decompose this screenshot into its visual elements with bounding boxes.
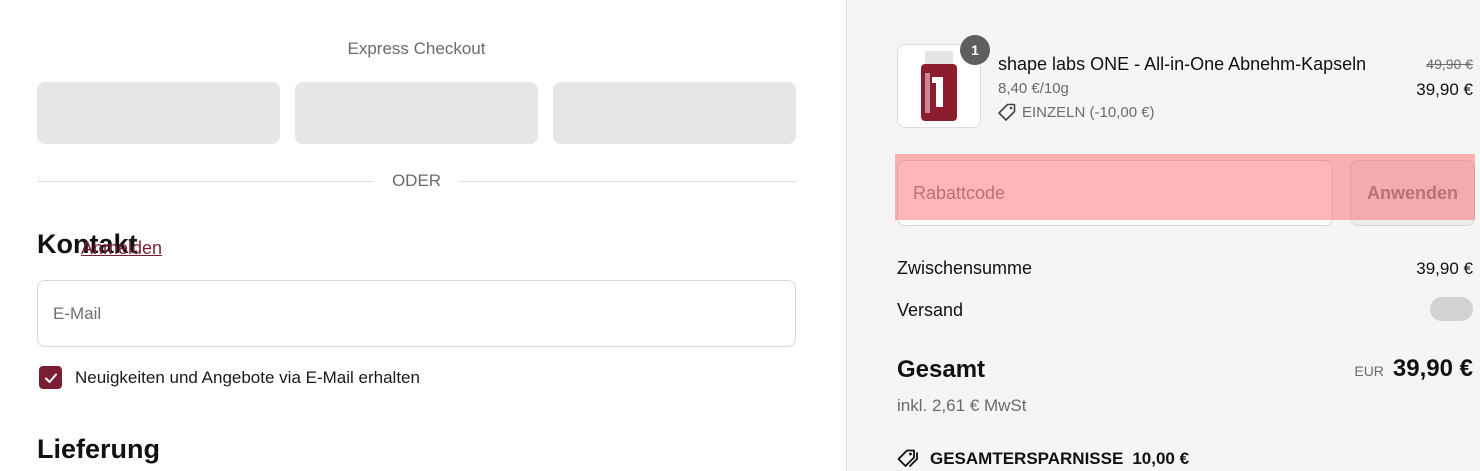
email-input[interactable] bbox=[38, 281, 795, 346]
login-link[interactable]: Anmelden bbox=[81, 238, 162, 259]
order-summary: 1 shape labs ONE - All-in-One Abnehm-Kap… bbox=[846, 0, 1480, 471]
checkmark-icon bbox=[44, 373, 57, 383]
price-current: 39,90 € bbox=[1416, 80, 1473, 99]
newsletter-checkbox[interactable] bbox=[39, 366, 62, 389]
capsule-bottle-icon bbox=[921, 51, 957, 121]
newsletter-option[interactable]: Neuigkeiten und Angebote via E-Mail erha… bbox=[39, 366, 420, 389]
product-name: shape labs ONE - All-in-One Abnehm-Kapse… bbox=[998, 54, 1367, 74]
tags-icon bbox=[897, 449, 918, 467]
product-discount: EINZELN (-10,00 €) bbox=[998, 103, 1155, 121]
tax-note: inkl. 2,61 € MwSt bbox=[897, 396, 1027, 415]
express-pay-button-3[interactable] bbox=[553, 82, 796, 144]
divider-line-right bbox=[459, 180, 796, 182]
savings-label: GESAMTERSPARNISSE bbox=[930, 449, 1124, 468]
divider-text: ODER bbox=[391, 171, 442, 190]
total-savings: GESAMTERSPARNISSE 10,00 € bbox=[897, 449, 1189, 469]
or-divider: ODER bbox=[37, 170, 796, 192]
price-original: 49,90 € bbox=[1426, 56, 1473, 72]
express-checkout-title: Express Checkout bbox=[347, 39, 486, 58]
tag-icon bbox=[998, 103, 1016, 121]
express-pay-button-1[interactable] bbox=[37, 82, 280, 144]
checkout-form: Express Checkout ODER Kontakt Anmelden N… bbox=[0, 0, 846, 471]
subtotal-label: Zwischensumme bbox=[897, 258, 1033, 278]
product-discount-label: EINZELN (-10,00 €) bbox=[1022, 103, 1155, 121]
discount-code-field[interactable] bbox=[897, 160, 1333, 226]
divider-line-left bbox=[37, 180, 374, 182]
shipping-placeholder bbox=[1430, 297, 1473, 321]
shipping-label: Versand bbox=[897, 300, 964, 320]
discount-code-input[interactable] bbox=[898, 161, 1332, 225]
savings-value: 10,00 € bbox=[1132, 449, 1190, 468]
express-pay-button-2[interactable] bbox=[295, 82, 538, 144]
total-amount: 39,90 € bbox=[1392, 355, 1473, 382]
total-price: EUR 39,90 € bbox=[1354, 355, 1473, 383]
email-field[interactable] bbox=[37, 280, 796, 347]
newsletter-label: Neuigkeiten und Angebote via E-Mail erha… bbox=[75, 367, 420, 387]
total-label: Gesamt bbox=[897, 356, 986, 383]
apply-discount-button[interactable]: Anwenden bbox=[1350, 160, 1475, 226]
total-currency: EUR bbox=[1354, 363, 1384, 379]
delivery-heading: Lieferung bbox=[37, 434, 161, 464]
product-unit-price: 8,40 €/10g bbox=[998, 80, 1069, 97]
quantity-badge: 1 bbox=[960, 35, 990, 65]
subtotal-value: 39,90 € bbox=[1416, 259, 1473, 278]
